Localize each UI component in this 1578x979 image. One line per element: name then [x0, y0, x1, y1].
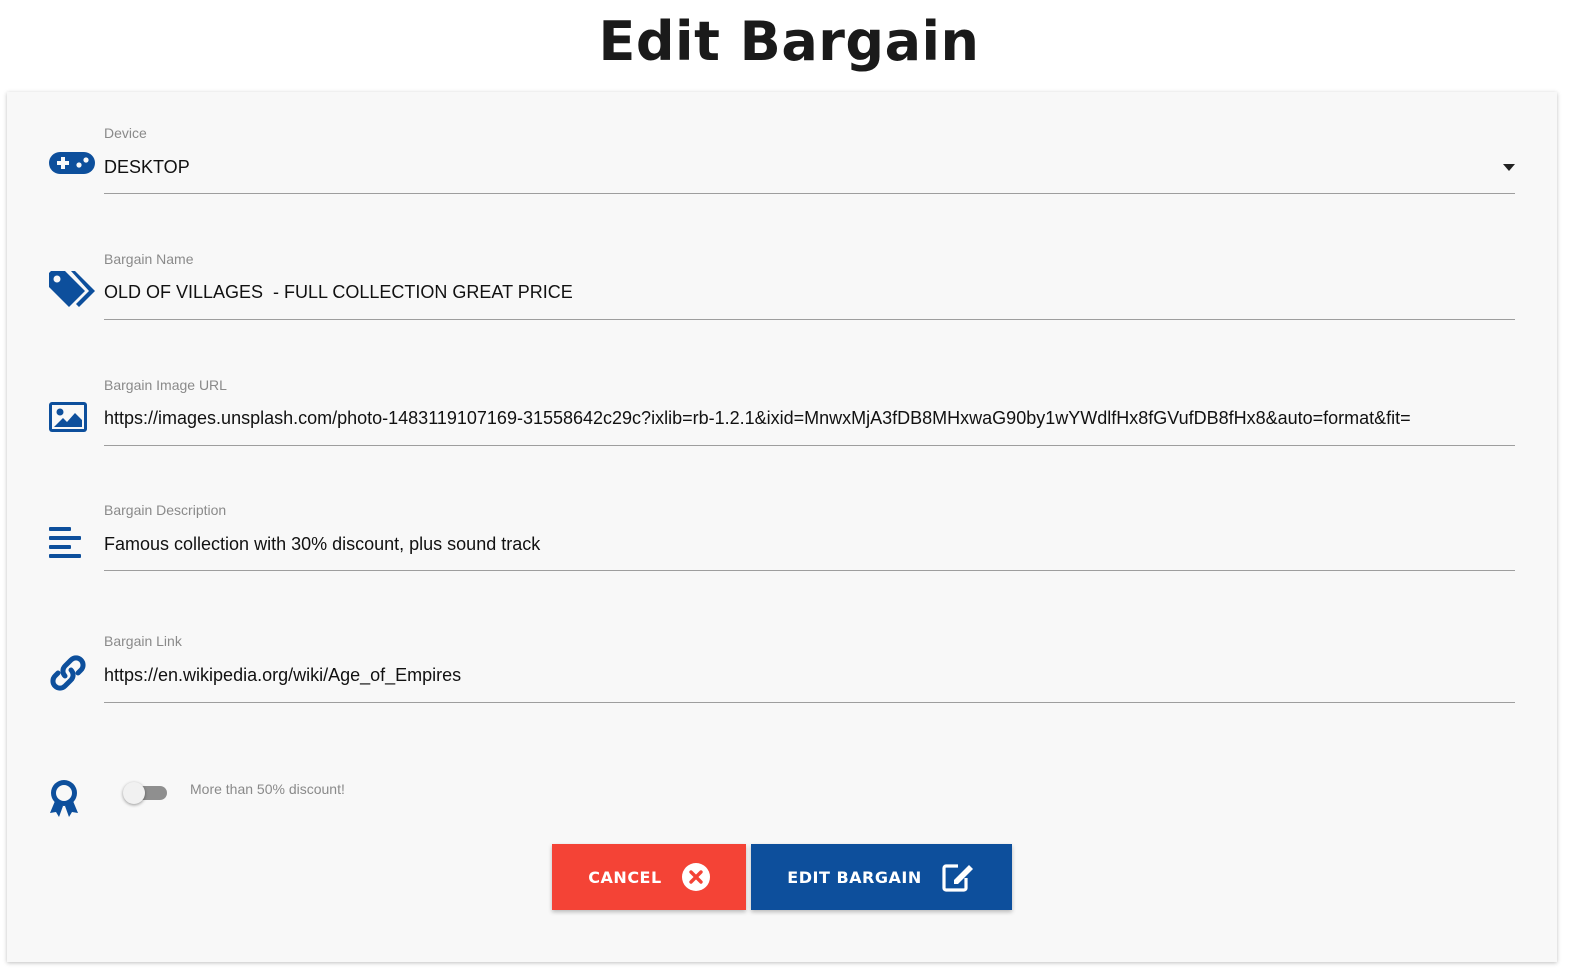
discount-toggle-label: More than 50% discount!	[190, 781, 345, 797]
image-icon	[49, 398, 97, 438]
bargain-description-input[interactable]	[104, 534, 1515, 555]
edit-bargain-button-label: EDIT BARGAIN	[787, 867, 922, 887]
device-underline	[104, 193, 1515, 194]
cancel-button[interactable]: CANCEL	[552, 844, 746, 910]
bargain-name-label: Bargain Name	[104, 251, 194, 267]
bargain-link-underline	[104, 702, 1515, 703]
edit-bargain-form: Device DESKTOP Bargain Name Bargain I	[7, 92, 1557, 962]
bargain-image-url-input[interactable]	[104, 408, 1515, 429]
chevron-down-icon[interactable]	[1503, 164, 1515, 171]
gamepad-icon	[49, 145, 97, 185]
bargain-name-input[interactable]	[104, 282, 1515, 303]
bargain-link-input[interactable]	[104, 665, 1515, 686]
bargain-name-underline	[104, 319, 1515, 320]
bargain-description-underline	[104, 570, 1515, 571]
bargain-image-url-underline	[104, 445, 1515, 446]
edit-icon	[942, 862, 976, 892]
link-icon	[49, 653, 97, 693]
edit-bargain-button[interactable]: EDIT BARGAIN	[751, 844, 1012, 910]
align-left-icon	[49, 522, 97, 562]
tags-icon	[49, 270, 97, 310]
award-icon	[49, 779, 97, 819]
bargain-image-url-label: Bargain Image URL	[104, 377, 227, 393]
discount-toggle[interactable]	[123, 782, 169, 804]
page-title: Edit Bargain	[598, 10, 980, 73]
bargain-description-label: Bargain Description	[104, 502, 227, 518]
toggle-knob[interactable]	[123, 782, 145, 804]
close-circle-icon	[681, 863, 710, 891]
bargain-link-label: Bargain Link	[104, 633, 182, 649]
cancel-button-label: CANCEL	[588, 867, 662, 887]
device-select[interactable]: DESKTOP	[104, 157, 1515, 178]
device-label: Device	[104, 125, 147, 141]
